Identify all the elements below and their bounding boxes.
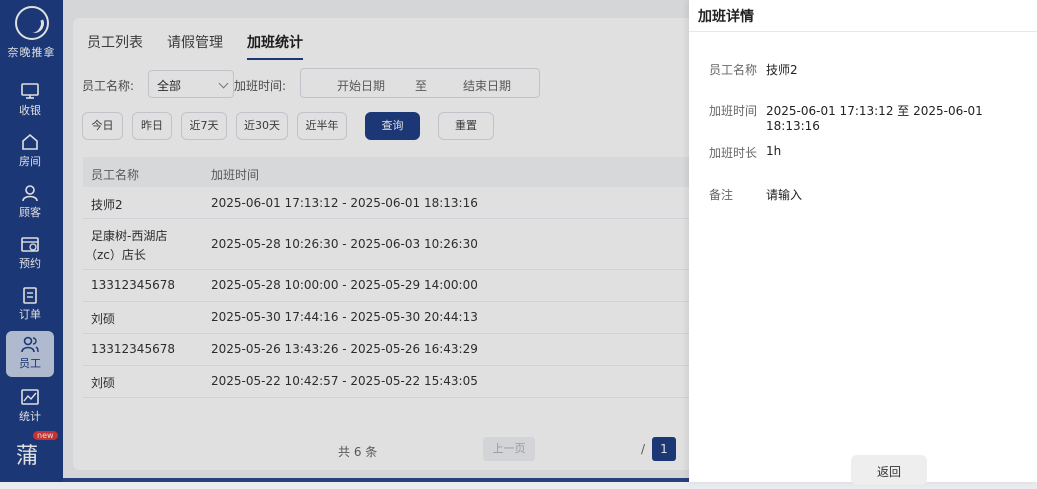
detail-value-duration: 1h [766,144,782,158]
overtime-detail-drawer: 加班详情 员工名称 技师2 加班时间 2025-06-01 17:13:12 至… [689,0,1037,485]
detail-label-time: 加班时间 [709,104,758,118]
detail-value-time: 2025-06-01 17:13:12 至 2025-06-01 18:13:1… [766,104,983,133]
detail-label-duration: 加班时长 [709,146,758,160]
modal-overlay[interactable] [0,0,689,482]
drawer-title: 加班详情 [698,9,754,25]
detail-label-remark: 备注 [709,188,734,202]
detail-value-employee: 技师2 [766,63,798,77]
drawer-divider [689,31,1037,32]
detail-label-employee: 员工名称 [709,63,758,77]
detail-value-remark[interactable]: 请输入 [766,186,802,203]
back-button[interactable]: 返回 [851,455,927,485]
